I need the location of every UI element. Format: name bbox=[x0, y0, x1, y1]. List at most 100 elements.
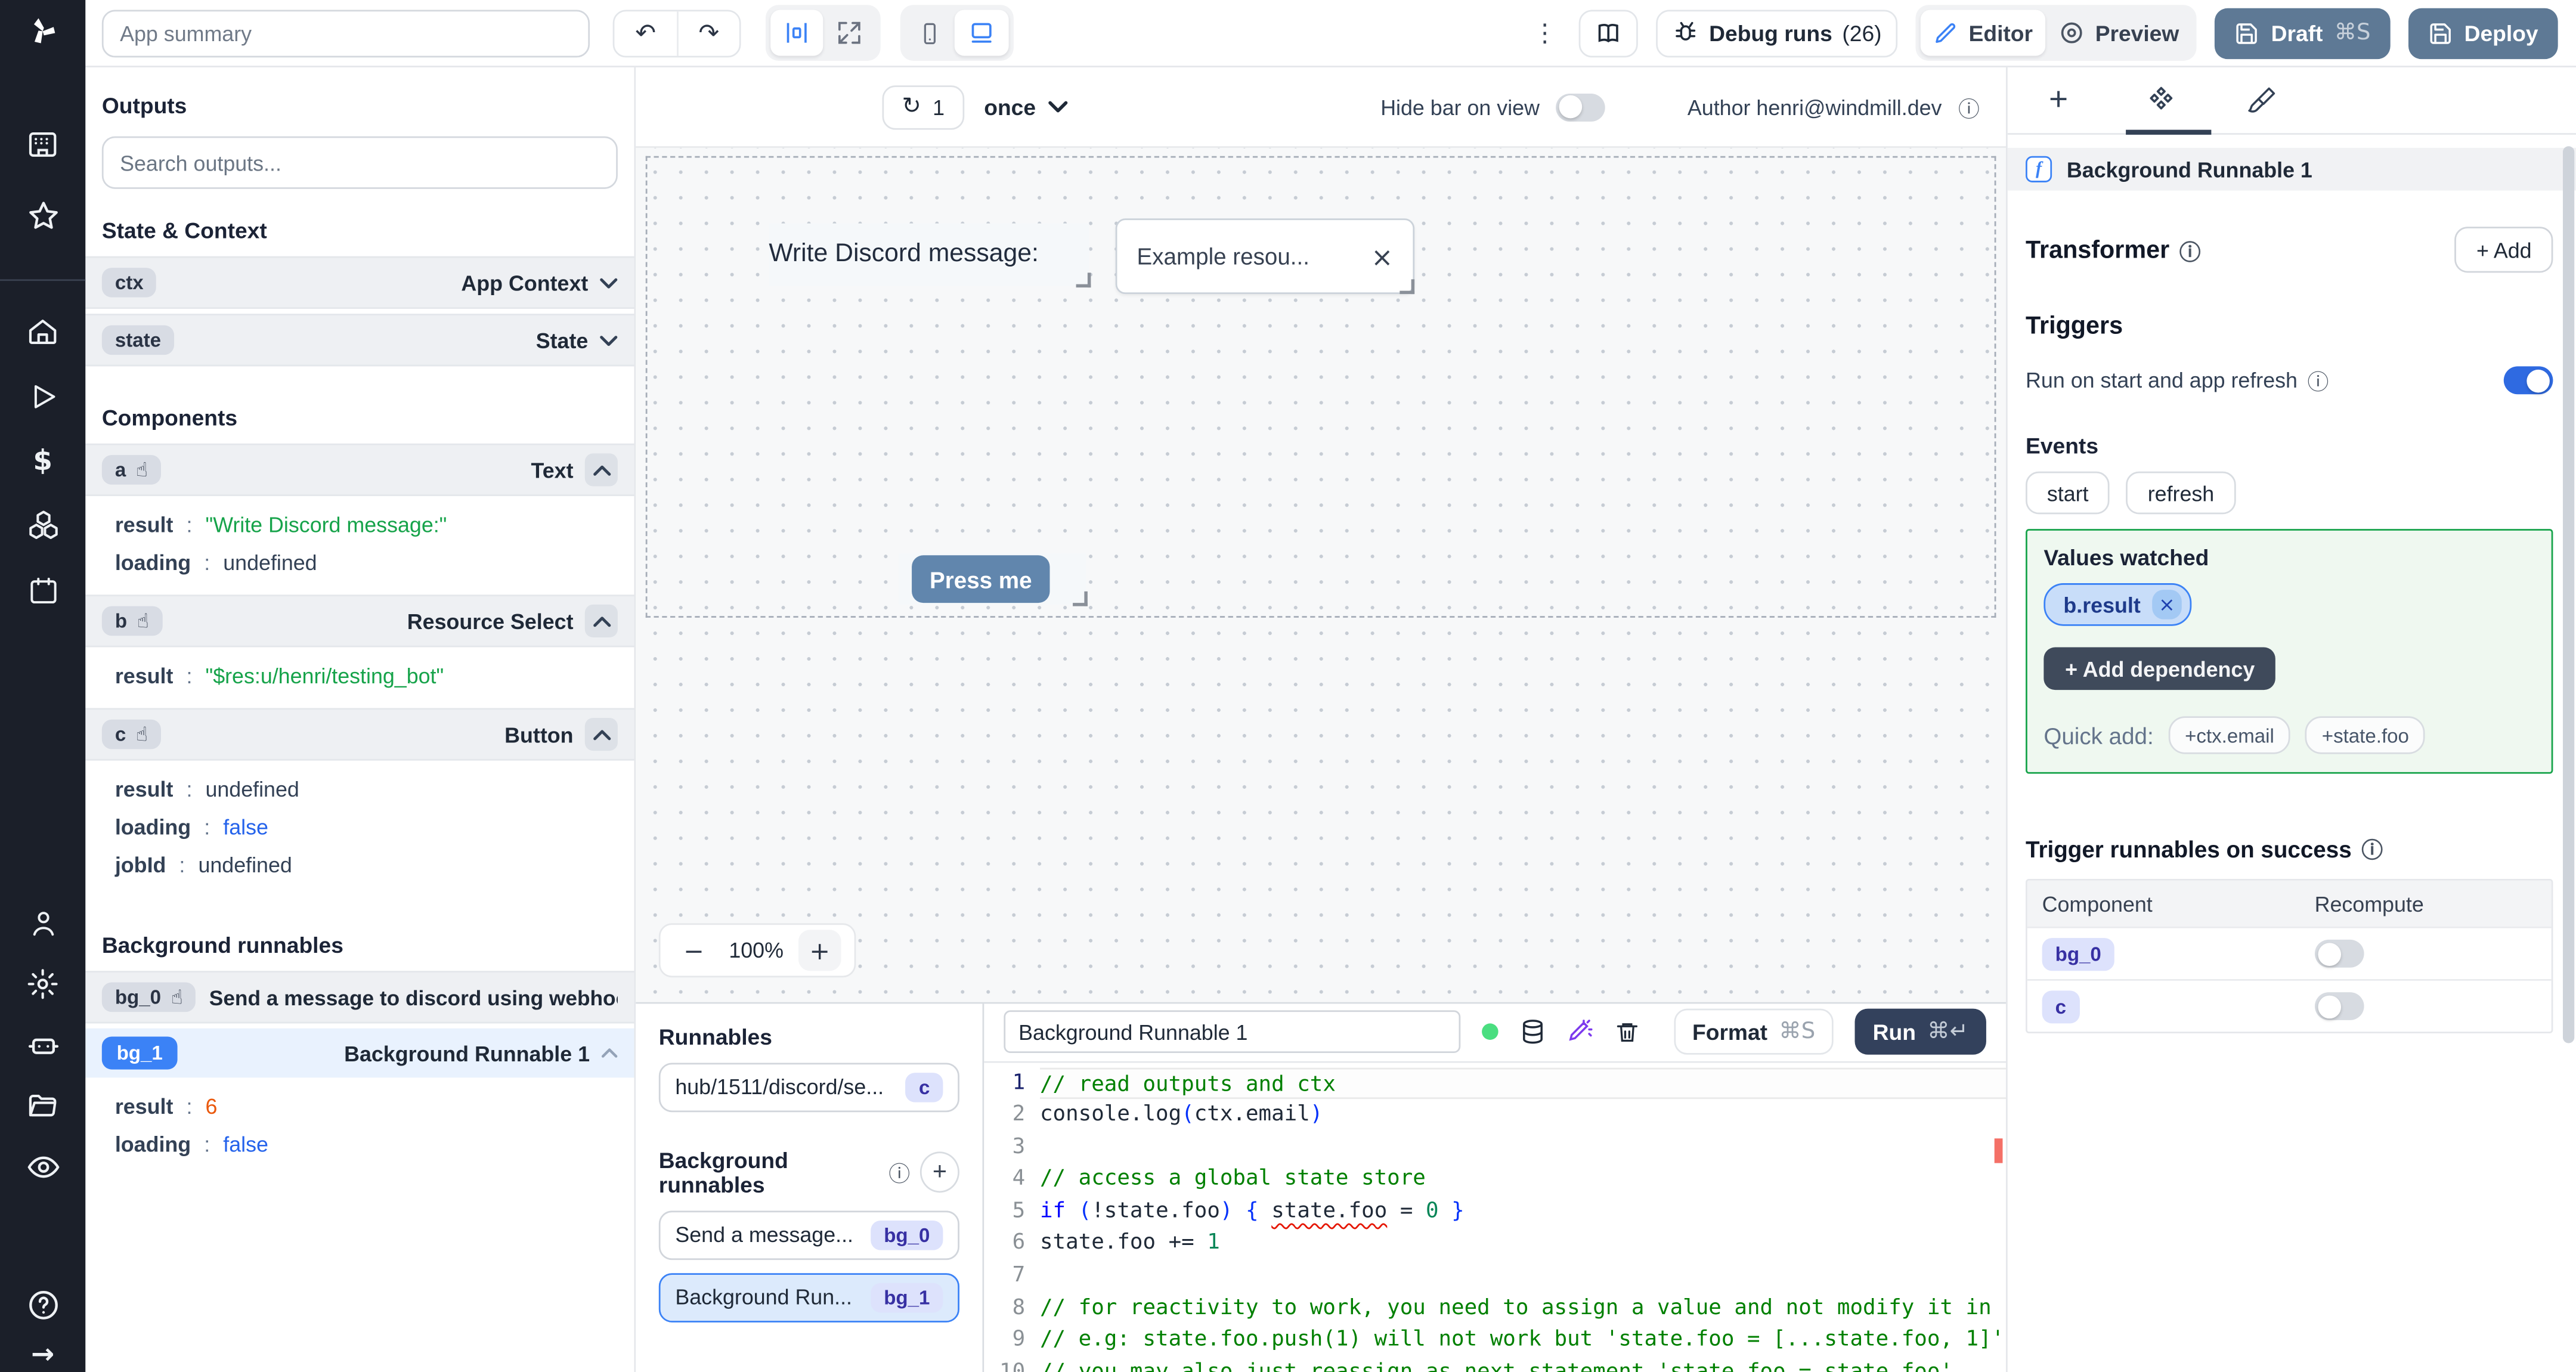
hand-pointer-icon: ☝ bbox=[135, 723, 148, 746]
collapse-button[interactable] bbox=[584, 453, 618, 487]
tab-styling[interactable] bbox=[2211, 67, 2313, 133]
runs-play-icon[interactable] bbox=[24, 378, 61, 414]
resource-select-component[interactable]: Example resou... × bbox=[1115, 218, 1415, 295]
runnable-item-hub[interactable]: hub/1511/discord/se... c bbox=[658, 1062, 959, 1111]
undo-button[interactable]: ↶ bbox=[614, 10, 677, 55]
hide-bar-toggle[interactable] bbox=[1556, 92, 1606, 121]
chevron-up-icon[interactable] bbox=[601, 1048, 618, 1058]
app-canvas[interactable]: Write Discord message: Example resou... … bbox=[636, 147, 2006, 1002]
state-row[interactable]: state State bbox=[85, 314, 634, 367]
tab-component-settings[interactable] bbox=[2110, 67, 2212, 133]
runnable-name-input[interactable] bbox=[1004, 1010, 1461, 1054]
text-component[interactable]: Write Discord message: bbox=[769, 223, 1091, 288]
event-chip-start[interactable]: start bbox=[2026, 471, 2110, 515]
favorites-star-icon[interactable] bbox=[24, 197, 61, 234]
expand-arrow-icon[interactable]: → bbox=[24, 1337, 61, 1372]
debug-runs-button[interactable]: Debug runs (26) bbox=[1657, 9, 1899, 57]
remove-dependency-icon[interactable]: × bbox=[2152, 590, 2182, 620]
canvas-toolbar: ↻ 1 once Hide bar on view Author henri@w… bbox=[636, 67, 2006, 148]
search-outputs-input[interactable] bbox=[101, 136, 618, 189]
bg0-row[interactable]: bg_0 ☝ Send a message to discord using we… bbox=[85, 971, 634, 1024]
desktop-view-button[interactable] bbox=[954, 10, 1009, 56]
save-icon bbox=[2237, 22, 2258, 44]
apps-building-icon[interactable] bbox=[24, 126, 61, 163]
watched-value-chip[interactable]: b.result × bbox=[2044, 583, 2192, 626]
code-area[interactable]: 12345678910 // read outputs and ctxconso… bbox=[984, 1062, 2006, 1372]
centered-layout-button[interactable] bbox=[770, 10, 823, 56]
runnable-badge: bg_0 bbox=[871, 1219, 943, 1250]
recompute-toggle[interactable] bbox=[2314, 992, 2364, 1020]
collapse-button[interactable] bbox=[584, 604, 618, 637]
users-icon[interactable] bbox=[24, 905, 61, 941]
recompute-toggle[interactable] bbox=[2314, 939, 2364, 968]
collapse-button[interactable] bbox=[584, 717, 618, 751]
ai-wand-icon[interactable] bbox=[1567, 1018, 1593, 1045]
zoom-in-button[interactable]: + bbox=[800, 934, 840, 967]
event-chip-refresh[interactable]: refresh bbox=[2126, 471, 2236, 515]
fullscreen-layout-button[interactable] bbox=[823, 10, 875, 56]
component-c-row[interactable]: c ☝ Button bbox=[85, 708, 634, 761]
refresh-button[interactable]: ↻ 1 bbox=[882, 84, 965, 129]
press-me-button[interactable]: Press me bbox=[912, 555, 1050, 603]
home-icon[interactable] bbox=[24, 314, 61, 350]
scrollbar-thumb[interactable] bbox=[2562, 146, 2575, 1043]
code-lines[interactable]: // read outputs and ctx console.log(ctx.e… bbox=[1039, 1062, 2006, 1372]
format-button[interactable]: Format ⌘S bbox=[1674, 1008, 1834, 1055]
runnable-item-bg1-selected[interactable]: Background Run... bg_1 bbox=[658, 1272, 959, 1322]
resources-cubes-icon[interactable] bbox=[24, 506, 61, 543]
info-icon[interactable]: ⓘ bbox=[2179, 234, 2201, 265]
chevron-down-icon[interactable] bbox=[600, 335, 618, 346]
ctx-row[interactable]: ctx App Context bbox=[85, 256, 634, 309]
docs-button[interactable] bbox=[1579, 9, 1639, 57]
quick-add-state-foo[interactable]: +state.foo bbox=[2305, 716, 2426, 754]
mobile-view-button[interactable] bbox=[905, 10, 955, 56]
run-on-start-toggle[interactable] bbox=[2503, 366, 2553, 395]
info-icon[interactable]: ⓘ bbox=[2361, 833, 2383, 864]
redo-button[interactable]: ↷ bbox=[677, 10, 739, 55]
windmill-logo[interactable] bbox=[24, 13, 61, 49]
button-component-wrapper[interactable]: Press me bbox=[899, 553, 1088, 606]
outputs-title: Outputs bbox=[101, 94, 187, 119]
phone-icon bbox=[924, 22, 936, 44]
resize-handle[interactable] bbox=[1400, 279, 1415, 295]
component-b-row[interactable]: b ☝ Resource Select bbox=[85, 594, 634, 648]
tab-preview[interactable]: Preview bbox=[2046, 10, 2192, 56]
bg1-row-selected[interactable]: bg_1 Background Runnable 1 bbox=[85, 1028, 634, 1078]
info-icon[interactable]: ⓘ bbox=[1958, 91, 1980, 122]
folders-icon[interactable] bbox=[24, 1088, 61, 1124]
zoom-control: − 100% + bbox=[658, 923, 856, 978]
cache-database-icon[interactable] bbox=[1519, 1018, 1546, 1045]
tab-editor[interactable]: Editor bbox=[1921, 10, 2046, 56]
clear-selection-icon[interactable]: × bbox=[1371, 241, 1393, 272]
chevron-down-icon[interactable] bbox=[600, 277, 618, 288]
info-icon[interactable]: ⓘ bbox=[2308, 365, 2329, 396]
app-summary-input[interactable] bbox=[101, 9, 590, 57]
audit-eye-icon[interactable] bbox=[24, 1148, 61, 1185]
variables-dollar-icon[interactable]: $ bbox=[24, 444, 61, 480]
run-on-start-label: Run on start and app refresh bbox=[2026, 368, 2298, 393]
settings-gear-icon[interactable] bbox=[24, 966, 61, 1002]
deploy-button[interactable]: Deploy bbox=[2408, 7, 2558, 58]
resize-handle[interactable] bbox=[1076, 272, 1091, 288]
tab-insert-plus-icon[interactable]: + bbox=[2008, 67, 2110, 133]
background-runnables-title: Background runnables bbox=[101, 933, 343, 958]
add-runnable-button[interactable]: + bbox=[919, 1151, 959, 1193]
draft-button[interactable]: Draft ⌘S bbox=[2215, 7, 2391, 58]
frequency-dropdown[interactable]: once bbox=[984, 94, 1069, 119]
quick-add-ctx-email[interactable]: +ctx.email bbox=[2168, 716, 2291, 754]
runnable-item-bg0[interactable]: Send a message... bg_0 bbox=[658, 1210, 959, 1259]
delete-trash-icon[interactable] bbox=[1615, 1020, 1639, 1044]
schedules-calendar-icon[interactable] bbox=[24, 572, 61, 608]
add-dependency-button[interactable]: + Add dependency bbox=[2044, 647, 2277, 690]
info-icon[interactable]: ⓘ bbox=[888, 1157, 910, 1188]
run-button[interactable]: Run ⌘↵ bbox=[1854, 1008, 1986, 1055]
component-a-row[interactable]: a ☝ Text bbox=[85, 443, 634, 497]
help-icon[interactable] bbox=[24, 1286, 61, 1323]
add-transformer-button[interactable]: + Add bbox=[2455, 227, 2553, 273]
output-field: result:6 bbox=[114, 1094, 218, 1119]
zoom-out-button[interactable]: − bbox=[674, 934, 714, 967]
workers-robot-icon[interactable] bbox=[24, 1027, 61, 1063]
resize-handle[interactable] bbox=[1073, 591, 1088, 606]
more-menu-button[interactable]: ⋮ bbox=[1528, 18, 1561, 48]
hand-pointer-icon: ☝ bbox=[171, 986, 183, 1009]
